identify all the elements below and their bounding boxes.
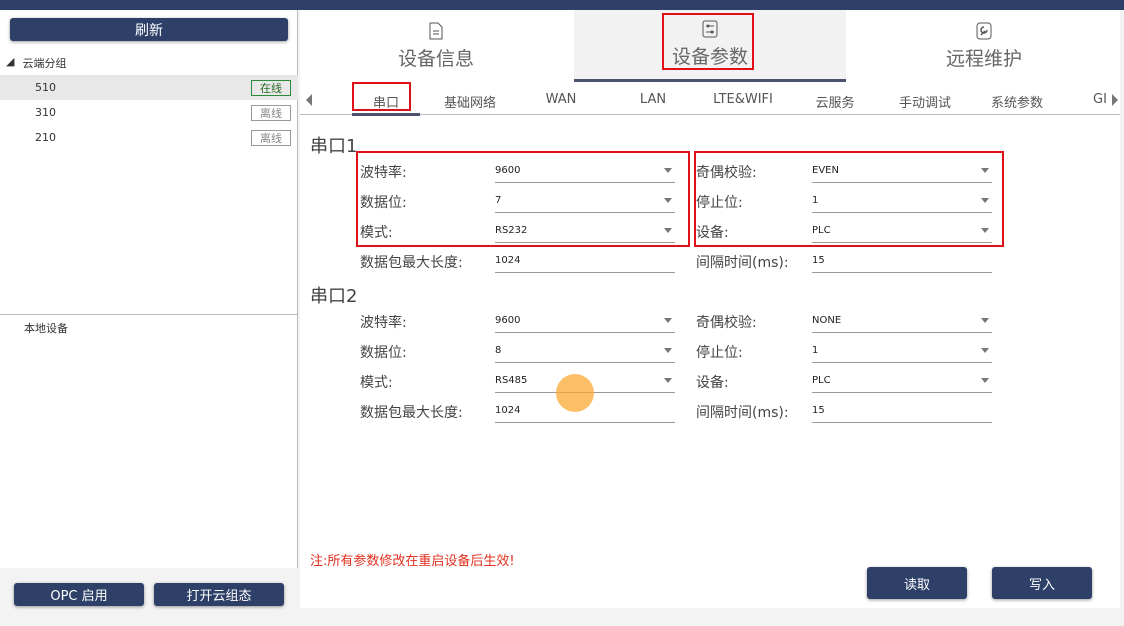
open-cloud-config-button[interactable]: 打开云组态 (154, 583, 284, 606)
highlight-box (694, 151, 1004, 247)
refresh-button[interactable]: 刷新 (10, 18, 288, 41)
scroll-right-icon[interactable] (1112, 94, 1118, 106)
write-button[interactable]: 写入 (992, 567, 1092, 599)
subtab-wan[interactable]: WAN (526, 92, 596, 107)
stop-bits-label: 停止位: (696, 345, 743, 361)
mode-label: 模式: (360, 375, 393, 391)
status-badge: 离线 (251, 129, 291, 146)
serial1-title: 串口1 (310, 136, 358, 157)
stop-bits-select[interactable]: 1 (812, 339, 992, 363)
sub-tab-bar: 串口 基础网络 WAN LAN LTE&WIFI 云服务 手动调试 系统参数 G… (300, 88, 1120, 116)
interval-label: 间隔时间(ms): (696, 405, 789, 421)
subtab-system-params[interactable]: 系统参数 (982, 92, 1052, 111)
data-bits-select[interactable]: 8 (495, 339, 675, 363)
local-devices-label: 本地设备 (24, 322, 68, 335)
parity-select[interactable]: NONE (812, 309, 992, 333)
highlight-box (352, 82, 411, 111)
data-bits-label: 数据位: (360, 345, 407, 361)
device-select[interactable]: PLC (812, 369, 992, 393)
tab-label: 设备信息 (397, 47, 474, 70)
chevron-down-icon (981, 348, 989, 353)
max-len-label: 数据包最大长度: (360, 255, 463, 271)
serial2-title: 串口2 (310, 286, 358, 307)
max-len-input[interactable]: 1024 (495, 249, 675, 273)
parity-value: NONE (812, 315, 842, 326)
subtab-cloud-service[interactable]: 云服务 (800, 92, 870, 111)
subtab-gi[interactable]: GI (1090, 92, 1110, 107)
chevron-down-icon (981, 378, 989, 383)
interval-input[interactable]: 15 (812, 399, 992, 423)
title-bar (0, 0, 1124, 10)
highlight-box (662, 13, 754, 70)
baud-value: 9600 (495, 315, 521, 326)
tree-group-cloud[interactable]: ◢ 云端分组 (6, 55, 66, 71)
scroll-left-icon[interactable] (306, 94, 312, 106)
device-name: 210 (35, 131, 56, 144)
data-bits-value: 8 (495, 345, 502, 356)
interval-label: 间隔时间(ms): (696, 255, 789, 271)
baud-select[interactable]: 9600 (495, 309, 675, 333)
device-name: 510 (35, 81, 56, 94)
mode-value: RS485 (495, 375, 528, 386)
tab-remote-maintenance[interactable]: 远程维护 (848, 10, 1120, 82)
opc-enable-button[interactable]: OPC 启用 (14, 583, 144, 606)
interval-input[interactable]: 15 (812, 249, 992, 273)
device-row[interactable]: 210 离线 (0, 125, 298, 150)
device-row[interactable]: 310 离线 (0, 100, 298, 125)
tab-device-info[interactable]: 设备信息 (300, 10, 572, 82)
chevron-down-icon (664, 378, 672, 383)
device-value: PLC (812, 375, 831, 386)
stop-bits-value: 1 (812, 345, 819, 356)
cursor-highlight (556, 374, 594, 412)
read-button[interactable]: 读取 (867, 567, 967, 599)
wrench-icon (976, 22, 992, 39)
status-badge: 离线 (251, 104, 291, 121)
restart-note: 注:所有参数修改在重启设备后生效! (310, 554, 515, 569)
divider (0, 314, 298, 315)
sidebar: 刷新 ◢ 云端分组 510 在线 310 离线 210 离线 本地设备 OPC 启用 打… (0, 10, 298, 608)
device-name: 310 (35, 106, 56, 119)
tab-label: 远程维护 (945, 47, 1022, 70)
max-len-label: 数据包最大长度: (360, 405, 463, 421)
baud-label: 波特率: (360, 315, 407, 331)
chevron-down-icon (664, 348, 672, 353)
subtab-manual-debug[interactable]: 手动调试 (890, 92, 960, 111)
collapse-triangle-icon[interactable]: ◢ (6, 55, 14, 71)
status-badge: 在线 (251, 79, 291, 96)
highlight-box (356, 151, 690, 247)
subtab-lte-wifi[interactable]: LTE&WIFI (703, 92, 783, 107)
chevron-down-icon (664, 318, 672, 323)
device-row[interactable]: 510 在线 (0, 75, 298, 100)
subtab-basic-network[interactable]: 基础网络 (435, 92, 505, 111)
parity-label: 奇偶校验: (696, 315, 757, 331)
subtab-lan[interactable]: LAN (618, 92, 688, 107)
chevron-down-icon (981, 318, 989, 323)
device-label: 设备: (696, 375, 729, 391)
document-icon (429, 22, 443, 39)
group-label: 云端分组 (22, 57, 67, 70)
main-panel: 设备信息 设备参数 远程维护 串口 基础网络 WAN LAN LTE&WIFI … (300, 10, 1120, 608)
